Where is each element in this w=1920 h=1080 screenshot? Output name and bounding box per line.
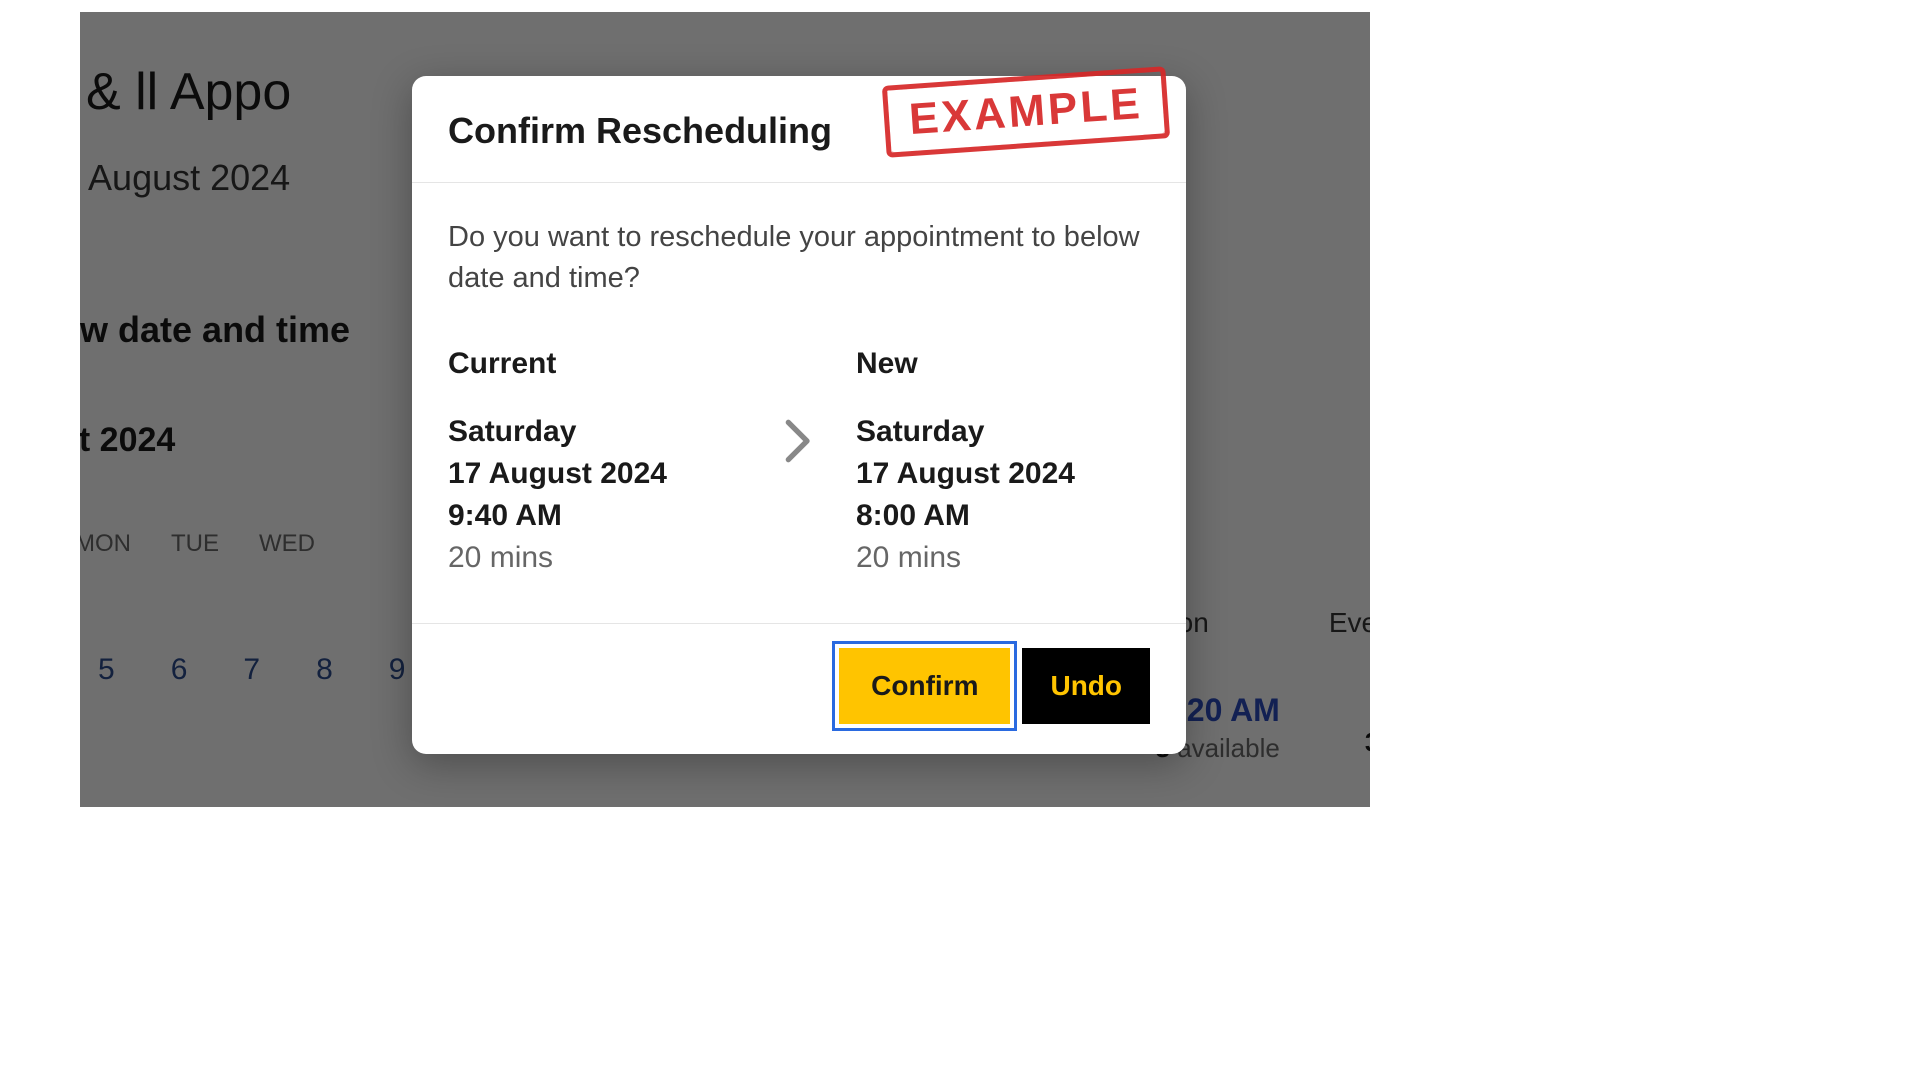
new-duration: 20 mins (856, 537, 1150, 579)
current-date: 17 August 2024 (448, 453, 742, 495)
undo-button[interactable]: Undo (1022, 648, 1150, 724)
modal-body: Do you want to reschedule your appointme… (412, 183, 1186, 623)
modal-footer: Confirm Undo (412, 623, 1186, 754)
current-appointment: Current Saturday 17 August 2024 9:40 AM … (448, 347, 742, 579)
modal-question: Do you want to reschedule your appointme… (448, 217, 1150, 299)
confirm-reschedule-modal: Confirm Rescheduling EXAMPLE Do you want… (412, 76, 1186, 754)
current-time: 9:40 AM (448, 495, 742, 537)
current-day: Saturday (448, 411, 742, 453)
current-label: Current (448, 347, 742, 381)
new-time: 8:00 AM (856, 495, 1150, 537)
current-duration: 20 mins (448, 537, 742, 579)
new-day: Saturday (856, 411, 1150, 453)
confirm-button[interactable]: Confirm (839, 648, 1010, 724)
new-date: 17 August 2024 (856, 453, 1150, 495)
appointment-comparison: Current Saturday 17 August 2024 9:40 AM … (448, 347, 1150, 579)
app-viewport: l & ll Appo 7 August 2024 ew date and ti… (80, 12, 1370, 807)
new-appointment: New Saturday 17 August 2024 8:00 AM 20 m… (856, 347, 1150, 579)
new-label: New (856, 347, 1150, 381)
modal-header: Confirm Rescheduling EXAMPLE (412, 76, 1186, 183)
chevron-right-icon (782, 347, 816, 465)
